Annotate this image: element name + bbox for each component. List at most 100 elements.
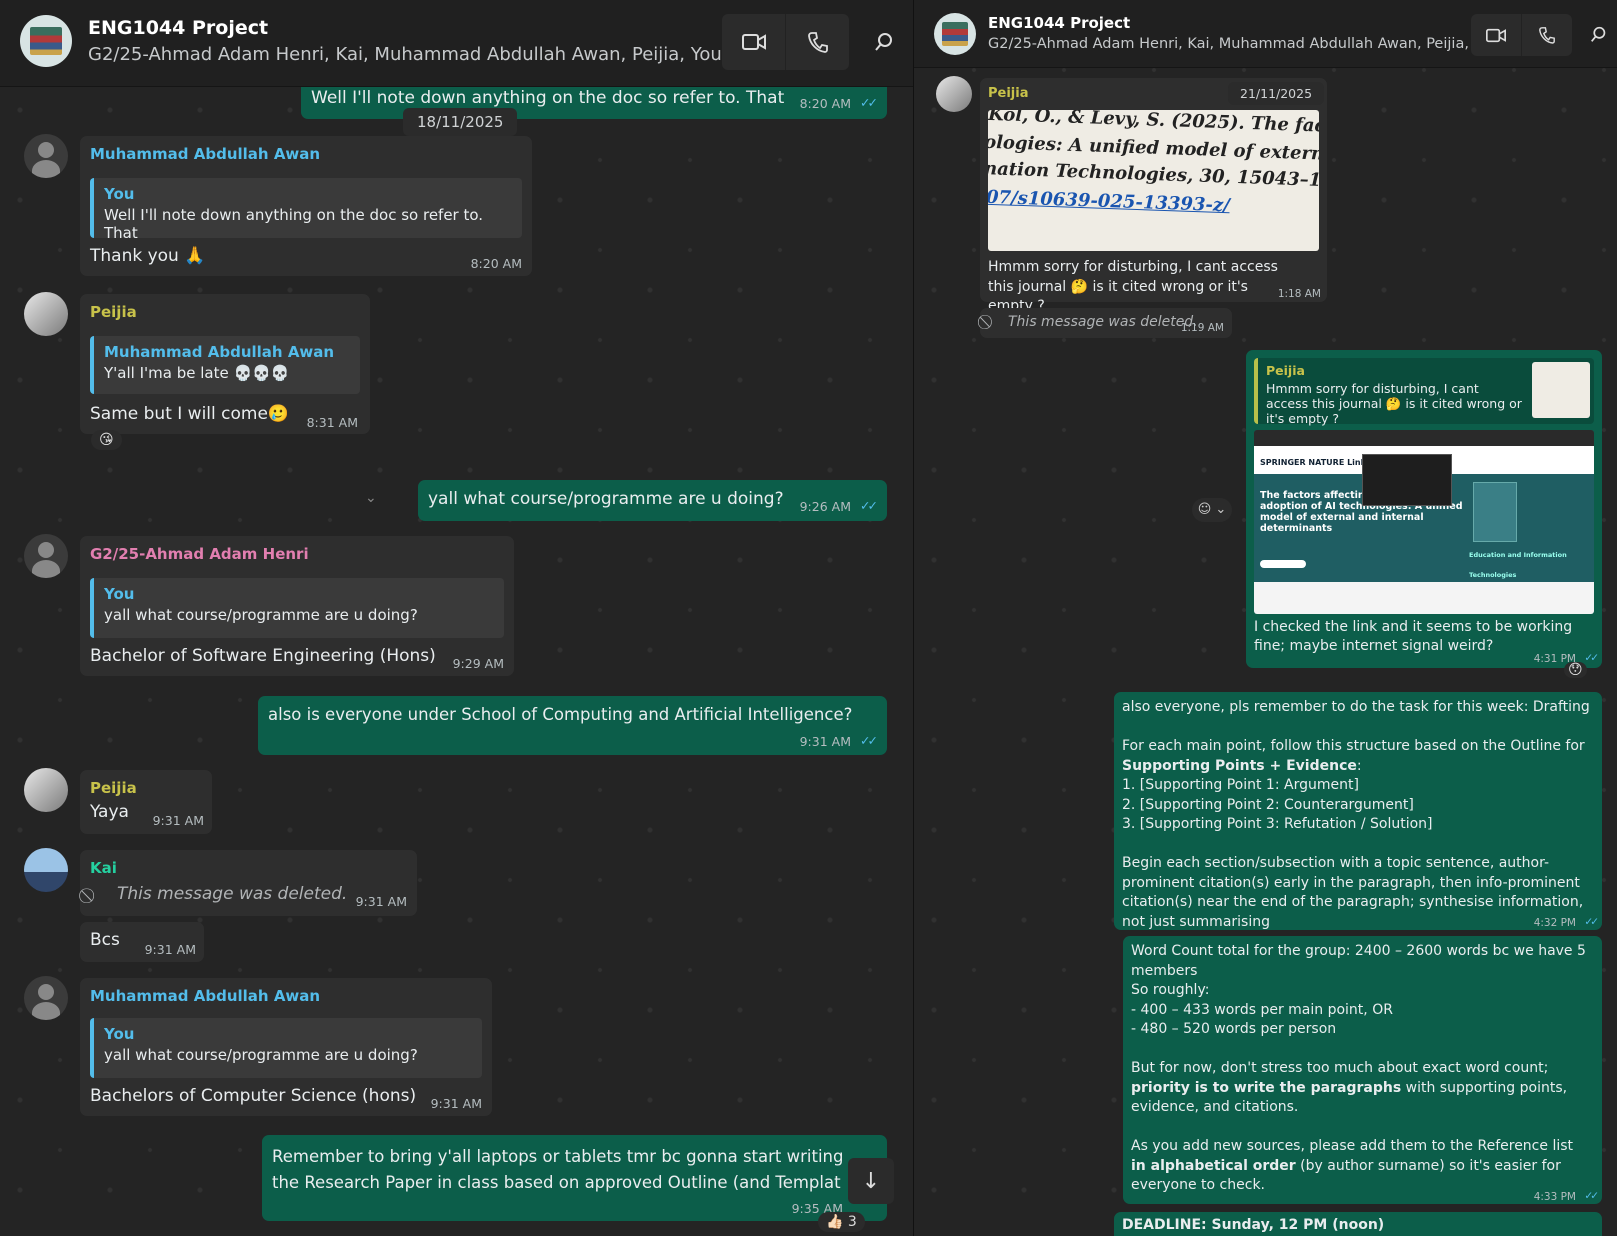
voice-call-button[interactable] bbox=[1522, 14, 1572, 56]
read-receipt-icon: ✓✓ bbox=[860, 95, 878, 110]
message-bubble-outgoing[interactable]: Word Count total for the group: 2400 – 2… bbox=[1123, 936, 1602, 1204]
message-bubble-outgoing[interactable]: Peijia Hmmm sorry for disturbing, I cant… bbox=[1246, 350, 1602, 668]
message-bubble-incoming[interactable]: Peijia Yaya 9:31 AM bbox=[80, 770, 212, 834]
read-receipt-icon: ✓✓ bbox=[860, 498, 878, 513]
right-chat-window: ENG1044 Project G2/25-Ahmad Adam Henri, … bbox=[913, 0, 1617, 1236]
browser-bar bbox=[1254, 430, 1594, 446]
call-buttons bbox=[722, 14, 849, 70]
image-attachment[interactable]: Kol, O., & Levy, S. (2025). The factors … bbox=[988, 110, 1319, 251]
sender-avatar[interactable] bbox=[24, 534, 68, 578]
sender-name[interactable]: G2/25-Ahmad Adam Henri bbox=[90, 545, 309, 563]
message-bubble-outgoing[interactable]: Remember to bring y'all laptops or table… bbox=[262, 1135, 887, 1221]
message-line: So roughly: bbox=[1131, 982, 1210, 998]
sender-avatar[interactable] bbox=[24, 134, 68, 178]
message-time: 9:31 AM bbox=[799, 734, 851, 749]
chat-header: ENG1044 Project G2/25-Ahmad Adam Henri, … bbox=[0, 0, 913, 87]
sender-name[interactable]: Peijia bbox=[988, 84, 1029, 104]
message-text: But for now, don't stress too much about… bbox=[1131, 1060, 1549, 1076]
search-icon bbox=[875, 33, 892, 51]
scroll-to-bottom-button[interactable]: ↓ bbox=[848, 1158, 894, 1204]
message-bubble-outgoing[interactable]: also everyone, pls remember to do the ta… bbox=[1114, 692, 1602, 930]
sender-name[interactable]: Peijia bbox=[90, 303, 137, 321]
sender-name[interactable]: Muhammad Abdullah Awan bbox=[90, 145, 320, 163]
emoji-reaction-button[interactable]: ☺ ⌄ bbox=[1192, 498, 1232, 522]
message-bubble-incoming[interactable]: Bcs 9:31 AM bbox=[80, 922, 204, 962]
message-bubble-incoming[interactable]: Muhammad Abdullah Awan You Well I'll not… bbox=[80, 136, 532, 276]
books-icon bbox=[942, 22, 968, 46]
quoted-message[interactable]: You Well I'll note down anything on the … bbox=[90, 178, 522, 242]
deleted-message-text: This message was deleted. bbox=[1008, 314, 1198, 330]
message-body: Word Count total for the group: 2400 – 2… bbox=[1131, 942, 1591, 1196]
video-call-button[interactable] bbox=[722, 14, 785, 70]
article-footer bbox=[1254, 582, 1594, 614]
message-line: Supporting Points + Evidence: bbox=[1122, 757, 1594, 777]
quoted-message[interactable]: You yall what course/programme are u doi… bbox=[90, 1018, 482, 1078]
message-time: 1:19 AM bbox=[1180, 322, 1224, 334]
message-text: also is everyone under School of Computi… bbox=[268, 705, 853, 724]
message-time: 9:31 AM bbox=[430, 1096, 482, 1111]
chat-title[interactable]: ENG1044 Project bbox=[88, 17, 268, 39]
message-text: : bbox=[1356, 757, 1362, 774]
sender-avatar[interactable] bbox=[24, 848, 68, 892]
sender-avatar[interactable] bbox=[24, 976, 68, 1020]
message-line: For each main point, follow this structu… bbox=[1122, 738, 1585, 754]
message-bubble-incoming[interactable]: Peijia Kol, O., & Levy, S. (2025). The f… bbox=[980, 78, 1327, 314]
reaction-badge[interactable]: 👍🏻 3 bbox=[818, 1212, 865, 1232]
reaction-picker-icon[interactable]: ⌄ bbox=[365, 490, 377, 506]
message-time: 4:32 PM bbox=[1533, 917, 1576, 929]
quoted-text: Y'all I'ma be late 💀💀💀 bbox=[104, 364, 290, 382]
quoted-sender: Peijia bbox=[1266, 363, 1305, 378]
message-bubble-outgoing[interactable]: DEADLINE: Sunday, 12 PM (noon) bbox=[1114, 1212, 1602, 1236]
bold-text: Supporting Points + Evidence bbox=[1122, 757, 1357, 774]
quoted-message[interactable]: You yall what course/programme are u doi… bbox=[90, 578, 504, 638]
video-call-button[interactable] bbox=[1471, 14, 1521, 56]
message-bubble-incoming[interactable]: Peijia Muhammad Abdullah Awan Y'all I'ma… bbox=[80, 294, 370, 434]
chat-title[interactable]: ENG1044 Project bbox=[988, 14, 1130, 32]
message-bubble-incoming[interactable]: Muhammad Abdullah Awan You yall what cou… bbox=[80, 978, 492, 1116]
message-text: Yaya bbox=[90, 802, 129, 822]
chat-members[interactable]: G2/25-Ahmad Adam Henri, Kai, Muhammad Ab… bbox=[88, 44, 722, 65]
reaction-badge[interactable]: 😯 bbox=[1564, 662, 1587, 678]
message-text: Bcs bbox=[90, 930, 120, 950]
message-time: 9:26 AM bbox=[799, 499, 851, 514]
chat-members[interactable]: G2/25-Ahmad Adam Henri, Kai, Muhammad Ab… bbox=[988, 36, 1499, 52]
books-icon bbox=[30, 26, 62, 56]
message-line: Word Count total for the group: 2400 – 2… bbox=[1131, 943, 1586, 979]
bold-text: priority is to write the paragraphs bbox=[1131, 1079, 1402, 1096]
image-attachment[interactable]: SPRINGER NATURE Link The factors affecti… bbox=[1254, 430, 1594, 614]
group-avatar[interactable] bbox=[934, 13, 976, 55]
message-bubble-outgoing[interactable]: also is everyone under School of Computi… bbox=[258, 696, 887, 755]
message-text: Thank you 🙏 bbox=[90, 246, 206, 266]
message-time: 9:29 AM bbox=[452, 656, 504, 671]
sender-avatar[interactable] bbox=[24, 768, 68, 812]
message-paragraph: But for now, don't stress too much about… bbox=[1131, 1059, 1591, 1118]
search-button[interactable] bbox=[1590, 26, 1607, 47]
video-camera-icon bbox=[741, 34, 766, 50]
sender-name[interactable]: Peijia bbox=[90, 779, 137, 797]
reaction-badge[interactable]: 😘 bbox=[91, 430, 122, 450]
message-bubble-incoming[interactable]: G2/25-Ahmad Adam Henri You yall what cou… bbox=[80, 536, 514, 676]
message-bubble-incoming[interactable]: ⃠ This message was deleted. 1:19 AM bbox=[980, 308, 1232, 338]
voice-call-button[interactable] bbox=[786, 14, 849, 70]
search-button[interactable] bbox=[874, 32, 894, 56]
group-avatar[interactable] bbox=[20, 15, 72, 67]
journal-name: Education and Information Technologies bbox=[1469, 551, 1567, 579]
sender-avatar[interactable] bbox=[24, 292, 68, 336]
phone-icon bbox=[807, 32, 828, 53]
sender-avatar[interactable] bbox=[936, 76, 972, 112]
message-bubble-outgoing[interactable]: yall what course/programme are u doing? … bbox=[418, 480, 887, 521]
message-time: 9:31 AM bbox=[355, 894, 407, 909]
smiley-icon: ☺ ⌄ bbox=[1197, 502, 1227, 517]
message-time: 8:20 AM bbox=[470, 256, 522, 271]
message-time: 4:33 PM bbox=[1533, 1191, 1576, 1203]
date-chip: 21/11/2025 bbox=[1228, 82, 1325, 105]
message-text: Well I'll note down anything on the doc … bbox=[311, 88, 785, 108]
call-buttons bbox=[1471, 14, 1572, 56]
bold-text: in alphabetical order bbox=[1131, 1157, 1296, 1174]
sender-name[interactable]: Muhammad Abdullah Awan bbox=[90, 987, 320, 1005]
video-camera-icon bbox=[1486, 28, 1506, 42]
message-time: 9:31 AM bbox=[144, 942, 196, 957]
sender-name[interactable]: Kai bbox=[90, 859, 117, 877]
quoted-message[interactable]: Muhammad Abdullah Awan Y'all I'ma be lat… bbox=[90, 336, 360, 394]
message-bubble-incoming[interactable]: Kai ⃠ This message was deleted. 9:31 AM bbox=[80, 850, 417, 916]
